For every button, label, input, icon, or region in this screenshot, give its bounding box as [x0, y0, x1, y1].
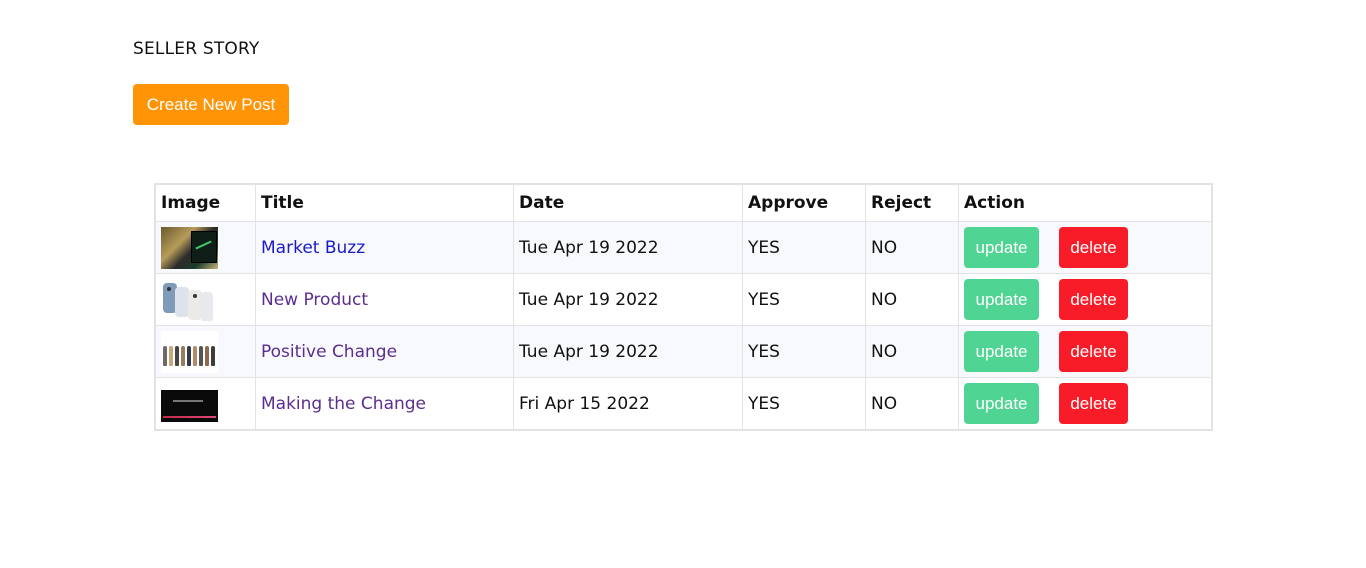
action-cell: update delete — [958, 377, 1213, 431]
approve-cell: YES — [742, 221, 866, 274]
reject-cell: NO — [865, 325, 959, 378]
table-header-row: Image Title Date Approve Reject Action — [154, 183, 1213, 222]
post-title-link[interactable]: New Product — [261, 290, 368, 310]
post-title-link[interactable]: Positive Change — [261, 342, 397, 362]
market-buzz-thumbnail — [161, 226, 218, 269]
date-cell: Fri Apr 15 2022 — [513, 377, 743, 431]
table-row: Market Buzz Tue Apr 19 2022 YES NO updat… — [154, 221, 1213, 274]
positive-change-thumbnail — [161, 330, 218, 373]
table-row: Positive Change Tue Apr 19 2022 YES NO u… — [154, 325, 1213, 378]
column-header-approve: Approve — [742, 183, 866, 222]
update-button[interactable]: update — [964, 279, 1039, 320]
title-cell: New Product — [255, 273, 514, 326]
delete-button[interactable]: delete — [1059, 279, 1128, 320]
title-cell: Positive Change — [255, 325, 514, 378]
image-cell — [154, 273, 256, 326]
date-cell: Tue Apr 19 2022 — [513, 325, 743, 378]
title-cell: Market Buzz — [255, 221, 514, 274]
approve-cell: YES — [742, 377, 866, 431]
image-cell — [154, 221, 256, 274]
approve-cell: YES — [742, 325, 866, 378]
column-header-date: Date — [513, 183, 743, 222]
update-button[interactable]: update — [964, 227, 1039, 268]
reject-cell: NO — [865, 273, 959, 326]
column-header-title: Title — [255, 183, 514, 222]
approve-cell: YES — [742, 273, 866, 326]
post-title-link[interactable]: Making the Change — [261, 394, 426, 414]
update-button[interactable]: update — [964, 331, 1039, 372]
table-row: Making the Change Fri Apr 15 2022 YES NO… — [154, 377, 1213, 431]
action-cell: update delete — [958, 273, 1213, 326]
title-cell: Making the Change — [255, 377, 514, 431]
image-cell — [154, 325, 256, 378]
image-cell — [154, 377, 256, 431]
delete-button[interactable]: delete — [1059, 331, 1128, 372]
making-the-change-thumbnail — [161, 390, 218, 422]
post-title-link[interactable]: Market Buzz — [261, 238, 365, 258]
new-product-thumbnail — [161, 278, 218, 321]
reject-cell: NO — [865, 221, 959, 274]
date-cell: Tue Apr 19 2022 — [513, 221, 743, 274]
column-header-reject: Reject — [865, 183, 959, 222]
reject-cell: NO — [865, 377, 959, 431]
table-row: New Product Tue Apr 19 2022 YES NO updat… — [154, 273, 1213, 326]
action-cell: update delete — [958, 325, 1213, 378]
action-cell: update delete — [958, 221, 1213, 274]
page-title: SELLER STORY — [133, 39, 260, 59]
delete-button[interactable]: delete — [1059, 227, 1128, 268]
column-header-image: Image — [154, 183, 256, 222]
date-cell: Tue Apr 19 2022 — [513, 273, 743, 326]
delete-button[interactable]: delete — [1059, 383, 1128, 424]
posts-table: Image Title Date Approve Reject Action M… — [154, 183, 1213, 431]
update-button[interactable]: update — [964, 383, 1039, 424]
create-new-post-button[interactable]: Create New Post — [133, 84, 289, 125]
column-header-action: Action — [958, 183, 1213, 222]
